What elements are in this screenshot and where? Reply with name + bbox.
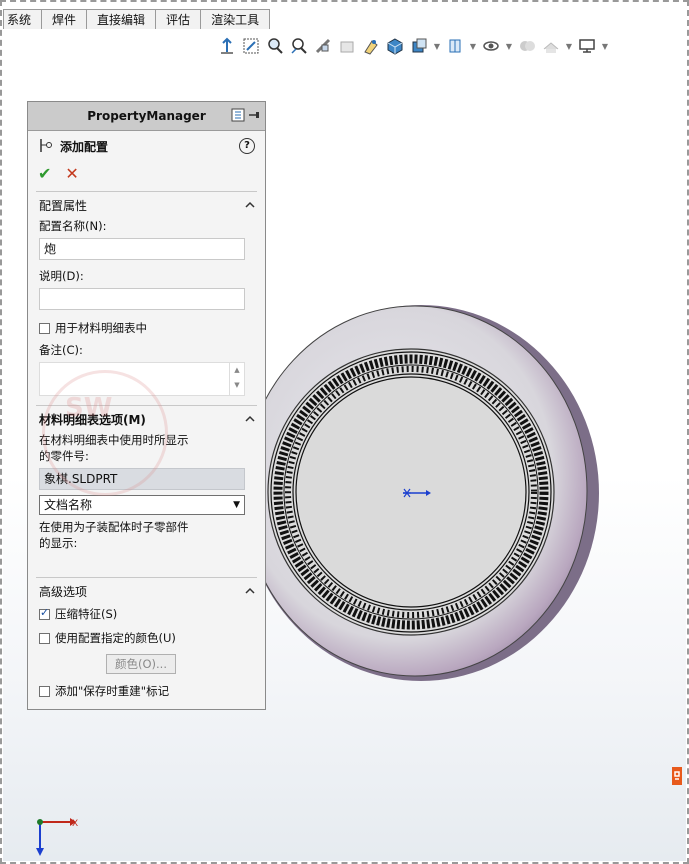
notes-scrollbar[interactable]: ▲ ▼	[229, 363, 244, 395]
use-config-color-label: 使用配置指定的颜色(U)	[55, 631, 176, 645]
use-config-color-row[interactable]: 使用配置指定的颜色(U)	[28, 628, 265, 648]
command-manager-tabs: 系统 焊件 直接编辑 评估 渲染工具	[3, 9, 271, 31]
select-value: 文档名称	[44, 498, 93, 512]
part-number-source-select[interactable]: 文档名称 ▼	[39, 495, 245, 515]
chess-piece-model[interactable]	[242, 303, 603, 706]
chevron-down-icon[interactable]: ▼	[601, 42, 609, 51]
ok-cancel-row: ✔ ✕	[28, 161, 265, 185]
zoom-to-fit-icon[interactable]	[241, 36, 261, 56]
edit-appearance-icon[interactable]	[445, 36, 465, 56]
config-name-label: 配置名称(N):	[39, 219, 107, 233]
property-manager-title: PropertyManager	[87, 109, 206, 123]
chevron-down-icon[interactable]: ▼	[565, 42, 573, 51]
config-name-input[interactable]: 炮	[39, 238, 245, 260]
section-config-properties[interactable]: 配置属性	[28, 192, 265, 218]
color-button[interactable]: 颜色(O)...	[106, 654, 176, 674]
cancel-button[interactable]: ✕	[65, 164, 78, 183]
tab-weldments[interactable]: 焊件	[41, 9, 88, 29]
tab-system[interactable]: 系统	[3, 9, 43, 29]
configuration-icon	[38, 137, 54, 156]
section-heading: 配置属性	[39, 198, 88, 213]
property-manager-header: PropertyManager	[28, 102, 265, 131]
suppress-features-row[interactable]: 压缩特征(S)	[28, 604, 265, 624]
notes-textarea[interactable]: ▲ ▼	[39, 362, 245, 396]
description-label: 说明(D):	[39, 269, 84, 283]
graphics-area[interactable]: 系统 焊件 直接编辑 评估 渲染工具 ▼ ▼ ▼ ▼ ▼ PropertyMan…	[3, 3, 686, 861]
add-rebuild-mark-label: 添加"保存时重建"标记	[55, 684, 170, 698]
zoom-to-area-icon[interactable]	[265, 36, 285, 56]
chevron-down-icon[interactable]: ▼	[469, 42, 477, 51]
section-heading: 材料明细表选项(M)	[39, 412, 146, 427]
child-display-label: 在使用为子装配体时子零部件的显示:	[39, 520, 189, 550]
description-input[interactable]	[39, 288, 245, 310]
display-style-icon[interactable]	[385, 36, 405, 56]
chevron-up-icon[interactable]	[245, 586, 255, 596]
feature-title: 添加配置	[60, 139, 109, 154]
chevron-up-icon[interactable]	[245, 414, 255, 424]
view-orientation-icon[interactable]	[217, 36, 237, 56]
pin-icon[interactable]	[247, 108, 261, 125]
property-manager-panel: PropertyManager 添加配置 ? ✔ ✕ 配置属性 配置名称(N):…	[27, 101, 266, 710]
x-axis-label: X	[72, 819, 78, 829]
section-advanced-options[interactable]: 高级选项	[28, 578, 265, 604]
add-rebuild-mark-checkbox[interactable]	[39, 685, 50, 697]
previous-view-icon[interactable]	[289, 36, 309, 56]
part-number-field: 象棋.SLDPRT	[39, 468, 245, 490]
tree-view-icon[interactable]	[231, 108, 245, 125]
use-in-bom-checkbox[interactable]	[39, 322, 50, 334]
monitor-icon[interactable]	[577, 36, 597, 56]
reference-triad: X	[34, 814, 84, 862]
suppress-features-checkbox[interactable]	[39, 606, 50, 620]
use-in-bom-row[interactable]: 用于材料明细表中	[28, 318, 265, 338]
ok-button[interactable]: ✔	[38, 164, 51, 183]
tab-evaluate[interactable]: 评估	[155, 9, 202, 29]
use-in-bom-label: 用于材料明细表中	[55, 321, 147, 335]
section-bom-options[interactable]: 材料明细表选项(M)	[28, 406, 265, 432]
tab-render-tools[interactable]: 渲染工具	[200, 9, 271, 29]
suppress-features-label: 压缩特征(S)	[55, 607, 118, 621]
part-number-label: 在材料明细表中使用时所显示的零件号:	[39, 433, 189, 463]
section-view-icon[interactable]	[313, 36, 333, 56]
chevron-down-icon[interactable]: ▼	[233, 496, 240, 514]
feature-title-row: 添加配置 ?	[28, 131, 265, 161]
chevron-down-icon[interactable]: ▼	[433, 42, 441, 51]
chevron-down-icon[interactable]: ▼	[505, 42, 513, 51]
view-orientation-cube-icon[interactable]	[361, 36, 381, 56]
dynamic-annotation-icon[interactable]	[337, 36, 357, 56]
chevron-up-icon[interactable]	[245, 200, 255, 210]
display-settings-icon[interactable]	[541, 36, 561, 56]
section-heading: 高级选项	[39, 584, 88, 599]
apply-scene-icon[interactable]	[481, 36, 501, 56]
add-rebuild-mark-row[interactable]: 添加"保存时重建"标记	[28, 681, 265, 701]
help-icon[interactable]: ?	[239, 138, 255, 154]
use-config-color-checkbox[interactable]	[39, 632, 50, 644]
heads-up-view-toolbar: ▼ ▼ ▼ ▼ ▼	[217, 35, 609, 57]
notes-label: 备注(C):	[39, 343, 83, 357]
tab-direct-editing[interactable]: 直接编辑	[86, 9, 157, 29]
hide-show-items-icon[interactable]	[409, 36, 429, 56]
side-panel-tab-icon[interactable]	[670, 765, 684, 787]
view-settings-icon[interactable]	[517, 36, 537, 56]
